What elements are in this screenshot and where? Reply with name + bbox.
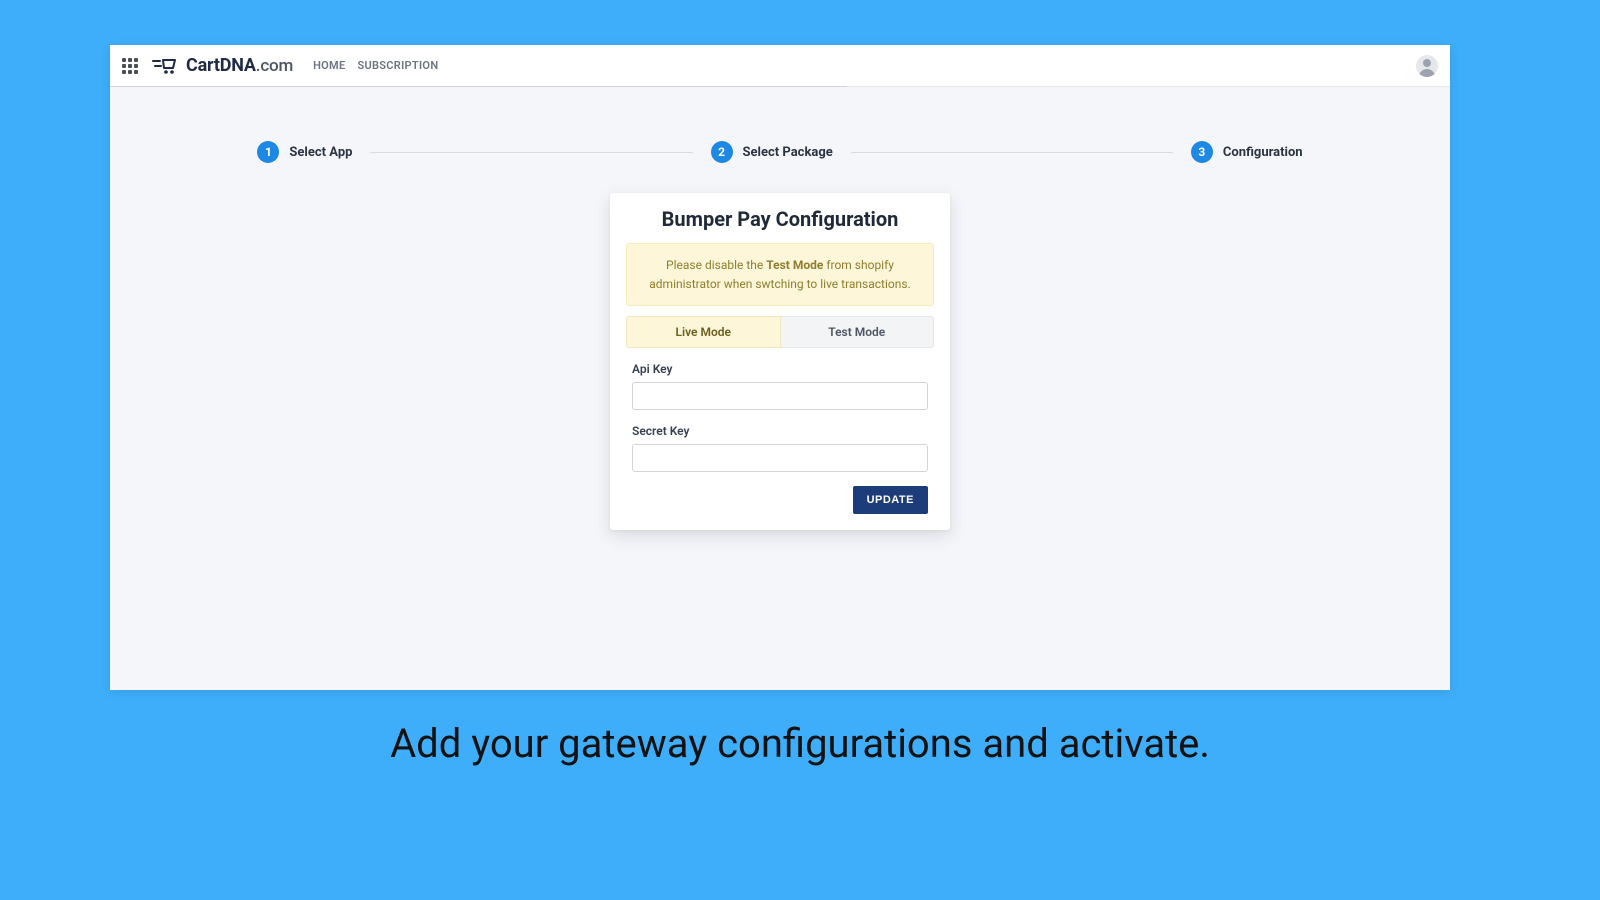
user-icon: [1416, 55, 1438, 77]
step-label-2: Select Package: [743, 145, 833, 160]
test-mode-alert: Please disable the Test Mode from shopif…: [626, 243, 934, 306]
tab-test-mode[interactable]: Test Mode: [781, 316, 935, 348]
brand-name: CartDNA: [186, 55, 256, 76]
nav-home[interactable]: HOME: [313, 59, 345, 72]
step-num-3: 3: [1191, 141, 1213, 163]
tab-live-mode[interactable]: Live Mode: [626, 316, 781, 348]
step-select-package[interactable]: 2 Select Package: [711, 141, 833, 163]
brand-logo[interactable]: CartDNA.com: [152, 55, 293, 76]
update-button[interactable]: UPDATE: [853, 486, 928, 514]
step-divider: [370, 152, 692, 153]
card-actions: UPDATE: [626, 486, 934, 514]
api-key-label: Api Key: [632, 362, 928, 376]
cart-icon: [152, 57, 182, 75]
step-select-app[interactable]: 1 Select App: [257, 141, 352, 163]
mode-tabs: Live Mode Test Mode: [626, 316, 934, 348]
card-title: Bumper Pay Configuration: [626, 207, 934, 231]
step-configuration[interactable]: 3 Configuration: [1191, 141, 1303, 163]
alert-text-bold: Test Mode: [766, 258, 823, 272]
page-caption: Add your gateway configurations and acti…: [0, 720, 1600, 767]
secret-key-label: Secret Key: [632, 424, 928, 438]
step-label-3: Configuration: [1223, 145, 1303, 160]
api-key-field: Api Key: [626, 362, 934, 410]
step-label-1: Select App: [289, 145, 352, 160]
avatar[interactable]: [1416, 55, 1438, 77]
stepper: 1 Select App 2 Select Package 3 Configur…: [257, 141, 1302, 163]
step-num-2: 2: [711, 141, 733, 163]
nav-subscription[interactable]: SUBSCRIPTION: [357, 59, 438, 72]
secret-key-input[interactable]: [632, 444, 928, 472]
api-key-input[interactable]: [632, 382, 928, 410]
app-window: CartDNA.com HOME SUBSCRIPTION 1 Select A…: [110, 45, 1450, 690]
step-divider: [851, 152, 1173, 153]
top-nav: HOME SUBSCRIPTION: [313, 59, 438, 72]
apps-grid-icon[interactable]: [122, 58, 138, 74]
brand-suffix: .com: [256, 56, 293, 76]
alert-text-pre: Please disable the: [666, 258, 766, 272]
topbar: CartDNA.com HOME SUBSCRIPTION: [110, 45, 1450, 87]
config-card: Bumper Pay Configuration Please disable …: [610, 193, 950, 530]
step-num-1: 1: [257, 141, 279, 163]
secret-key-field: Secret Key: [626, 424, 934, 472]
